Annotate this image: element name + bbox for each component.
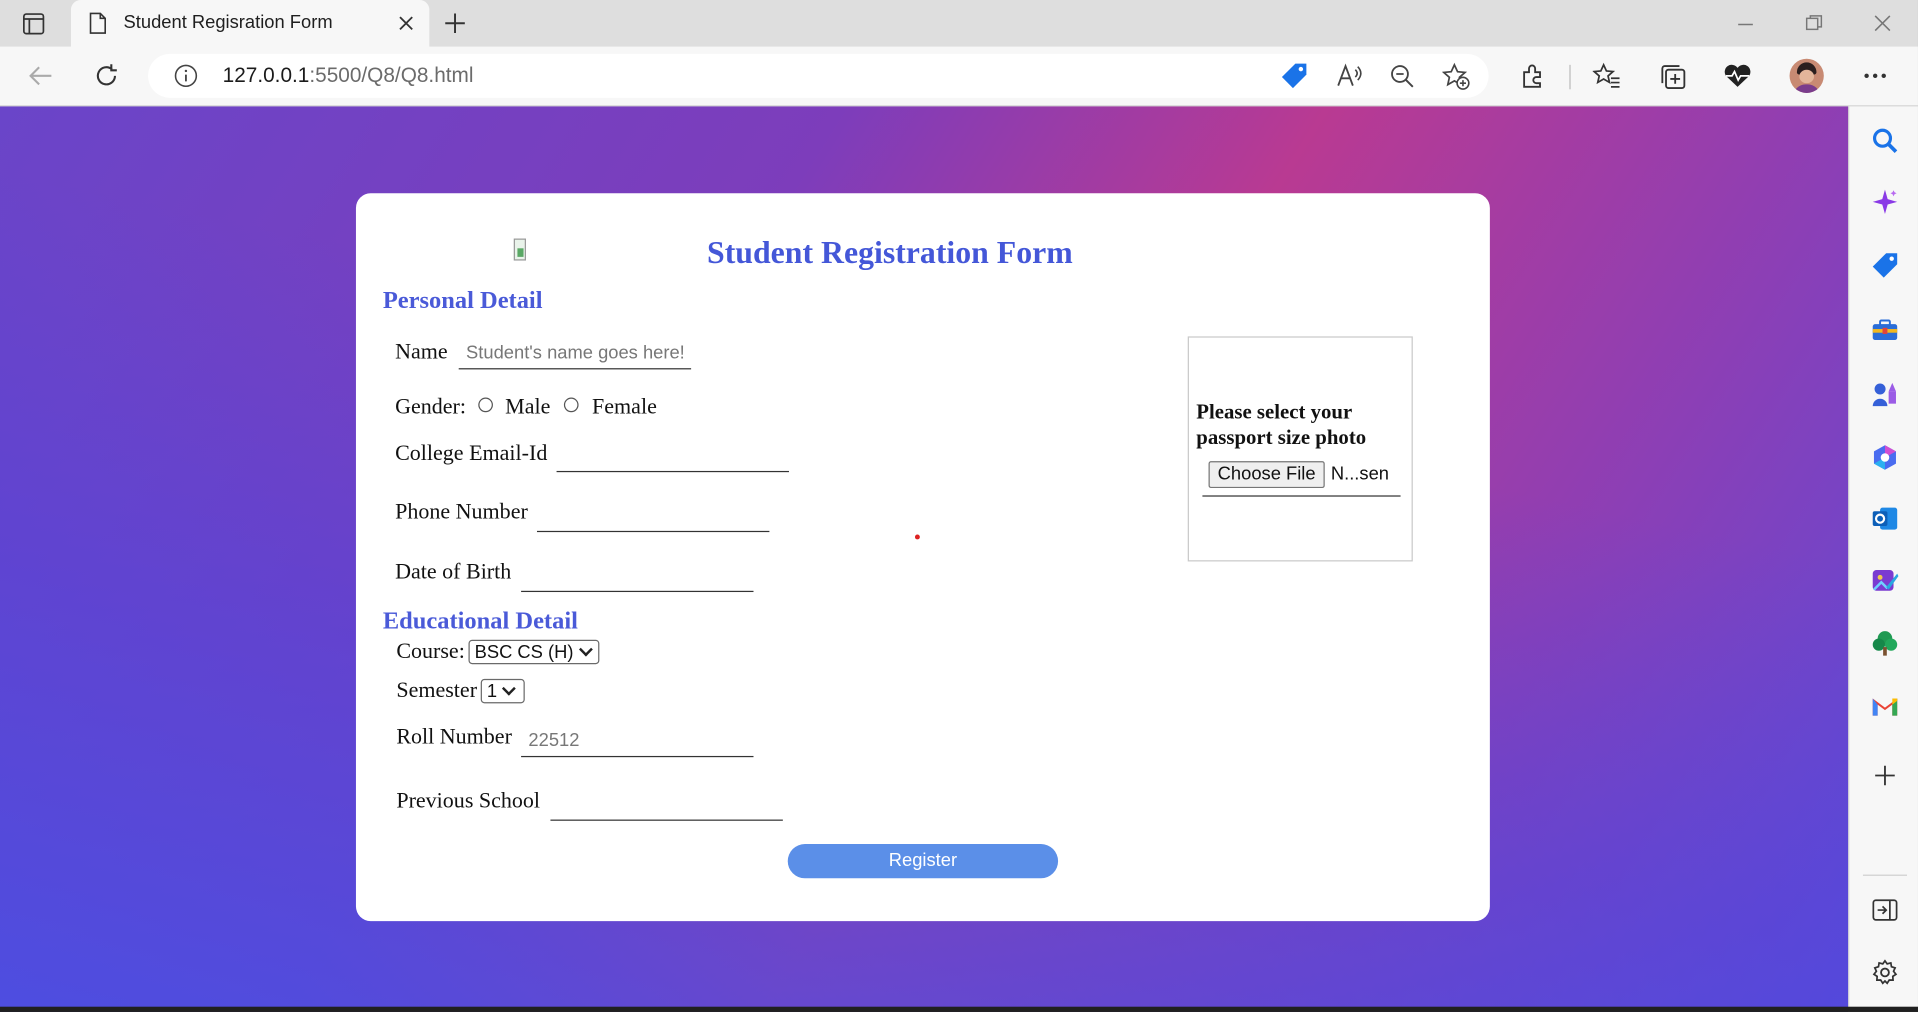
shopping-tag-icon[interactable]	[1870, 252, 1899, 279]
designer-icon[interactable]	[1870, 566, 1899, 595]
hide-sidebar-icon[interactable]	[1872, 898, 1899, 922]
back-icon[interactable]	[27, 64, 54, 88]
new-tab-icon[interactable]	[443, 11, 467, 35]
email-input[interactable]	[556, 440, 789, 473]
course-select[interactable]: BSC CS (H)	[468, 639, 600, 665]
tree-icon[interactable]	[1870, 629, 1899, 658]
broken-image-icon	[513, 238, 526, 261]
sidebar-divider	[1862, 874, 1907, 876]
settings-icon[interactable]	[1872, 959, 1899, 986]
semester-value: 1	[486, 681, 498, 703]
add-icon[interactable]	[1873, 763, 1897, 787]
previous-school-label: Previous School	[396, 787, 541, 813]
tab-title: Student Regisration Form	[123, 12, 333, 34]
dob-input[interactable]	[521, 560, 754, 593]
phone-label: Phone Number	[395, 499, 528, 524]
gender-male-label: Male	[505, 393, 551, 419]
add-favorite-icon[interactable]	[1442, 62, 1470, 90]
tab-actions-icon[interactable]	[22, 12, 45, 35]
cursor-dot	[914, 534, 920, 540]
toolbar-divider	[1569, 64, 1571, 90]
form-title: Student Registration Form	[707, 234, 1073, 271]
close-tab-icon[interactable]	[395, 12, 417, 34]
name-label: Name	[395, 338, 448, 364]
extensions-icon[interactable]	[1519, 62, 1546, 89]
active-tab[interactable]: Student Regisration Form	[70, 0, 430, 47]
gender-female-radio[interactable]	[563, 397, 579, 413]
name-input[interactable]	[458, 337, 692, 370]
personal-detail-heading: Personal Detail	[382, 287, 543, 315]
url-text[interactable]: 127.0.0.1:5500/Q8/Q8.html	[223, 64, 474, 88]
photo-prompt: Please select your passport size photo	[1196, 399, 1367, 449]
roll-number-input[interactable]	[521, 725, 754, 758]
choose-file-button[interactable]: Choose File	[1208, 461, 1325, 489]
chevron-down-icon	[502, 681, 517, 696]
document-icon	[89, 12, 106, 34]
browser-window: Student Regisration Form 127.0.0.1:5500/…	[0, 0, 1918, 1012]
previous-school-input[interactable]	[550, 788, 783, 821]
file-status-text: N...sen	[1330, 463, 1389, 485]
course-label: Course:	[396, 638, 465, 663]
toolbox-icon[interactable]	[1870, 318, 1899, 342]
url-path: :5500/Q8/Q8.html	[309, 63, 474, 87]
edge-sidebar	[1848, 106, 1918, 1012]
chevron-down-icon	[578, 642, 593, 657]
close-window-icon[interactable]	[1873, 13, 1893, 33]
gmail-icon[interactable]	[1870, 694, 1899, 718]
educational-detail-heading: Educational Detail	[382, 607, 578, 635]
copilot-icon[interactable]	[1872, 188, 1899, 215]
url-host: 127.0.0.1	[222, 63, 310, 87]
search-icon[interactable]	[1872, 127, 1899, 154]
register-button[interactable]: Register	[787, 844, 1059, 879]
browser-essentials-icon[interactable]	[1722, 62, 1753, 89]
outlook-icon[interactable]	[1870, 504, 1899, 533]
email-label: College Email-Id	[395, 440, 548, 465]
collections-icon[interactable]	[1659, 62, 1688, 90]
games-icon[interactable]	[1870, 379, 1899, 408]
registration-form-card: Student Registration Form Personal Detai…	[355, 193, 1490, 922]
gender-female-label: Female	[592, 393, 657, 419]
course-value: BSC CS (H)	[474, 642, 574, 663]
refresh-icon[interactable]	[93, 62, 120, 89]
dob-label: Date of Birth	[395, 559, 512, 584]
gender-male-radio[interactable]	[478, 397, 493, 413]
semester-label: Semester	[396, 677, 478, 703]
more-options-icon[interactable]	[1862, 67, 1889, 84]
zoom-out-icon[interactable]	[1390, 64, 1416, 90]
site-info-icon[interactable]	[174, 64, 198, 88]
photo-upload-box: Please select your passport size photo C…	[1187, 336, 1413, 562]
profile-avatar[interactable]	[1789, 58, 1824, 93]
title-bar: Student Regisration Form	[0, 0, 1918, 47]
address-bar[interactable]: 127.0.0.1:5500/Q8/Q8.html	[148, 53, 1489, 98]
restore-icon[interactable]	[1804, 13, 1824, 33]
page-background: Student Registration Form Personal Detai…	[0, 106, 1849, 1012]
read-aloud-icon[interactable]	[1336, 62, 1363, 89]
taskbar-edge	[0, 1006, 1918, 1012]
microsoft365-icon[interactable]	[1870, 443, 1899, 472]
roll-number-label: Roll Number	[396, 724, 512, 749]
navigation-bar: 127.0.0.1:5500/Q8/Q8.html	[0, 46, 1918, 107]
shopping-tag-icon[interactable]	[1279, 62, 1308, 89]
favorites-icon[interactable]	[1592, 62, 1622, 89]
phone-input[interactable]	[536, 500, 770, 533]
file-input-underline	[1202, 495, 1401, 497]
minimize-icon[interactable]	[1736, 15, 1756, 35]
gender-label: Gender:	[395, 393, 467, 419]
semester-select[interactable]: 1	[480, 678, 525, 704]
